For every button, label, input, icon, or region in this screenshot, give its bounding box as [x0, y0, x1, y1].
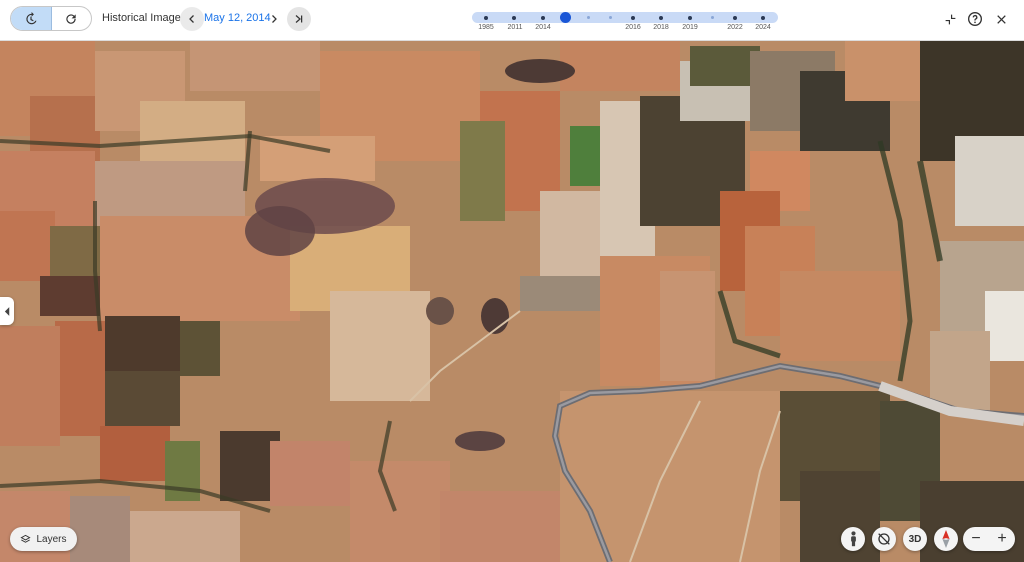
compass-button[interactable]: [934, 527, 958, 551]
timeline-tick-2018[interactable]: [659, 15, 663, 20]
timeline-tick-minor[interactable]: [587, 16, 590, 19]
layers-label: Layers: [36, 533, 67, 545]
timeline-year-label: 1985: [478, 24, 494, 31]
compass-icon: [942, 530, 950, 548]
pegman-icon: [850, 531, 856, 547]
history-mode-button[interactable]: [11, 7, 52, 30]
timeline-tick-2022[interactable]: [733, 15, 737, 20]
timeline-year-label: 2024: [755, 24, 771, 31]
chevron-left-icon: [189, 15, 194, 23]
chevron-left-icon: [4, 306, 9, 316]
satellite-map[interactable]: [0, 41, 1024, 562]
timeline-tick-2019[interactable]: [688, 15, 692, 20]
help-icon: [968, 12, 982, 26]
tilt-button[interactable]: [872, 527, 896, 551]
collapse-icon: [945, 14, 955, 24]
previous-date-button[interactable]: [180, 7, 204, 31]
zoom-control: − +: [963, 527, 1015, 551]
timeline-year-label: 2011: [507, 24, 523, 31]
historical-imagery-toolbar: Historical Imagery May 12, 2014 1985 201…: [0, 0, 1024, 41]
timeline-selected-knob[interactable]: [560, 12, 571, 23]
skip-to-end-icon: [295, 15, 303, 23]
close-icon: [996, 14, 1006, 24]
history-icon: [26, 11, 37, 24]
help-button[interactable]: [966, 10, 984, 28]
timeline-year-label: 2014: [535, 24, 551, 31]
tilt-icon: [878, 533, 890, 545]
zoom-out-button[interactable]: −: [963, 527, 989, 551]
imagery-mode-toggle: [10, 6, 92, 31]
refresh-icon: [66, 13, 76, 24]
timeline-year-label: 2019: [682, 24, 698, 31]
street-view-button[interactable]: [841, 527, 865, 551]
layers-icon: [20, 534, 32, 543]
timeline-tick-2014[interactable]: [541, 15, 545, 20]
zoom-in-button[interactable]: +: [989, 527, 1015, 551]
timeline-tick-2024[interactable]: [761, 15, 765, 20]
collapse-button[interactable]: [941, 10, 959, 28]
timeline-tick-2016[interactable]: [631, 15, 635, 20]
selected-date: May 12, 2014: [204, 12, 271, 24]
refresh-mode-button[interactable]: [52, 7, 92, 30]
timeline-tick-1985[interactable]: [484, 15, 488, 20]
close-button[interactable]: [992, 10, 1010, 28]
side-panel-toggle[interactable]: [0, 297, 14, 325]
three-d-button[interactable]: 3D: [903, 527, 927, 551]
chevron-right-icon: [272, 15, 277, 23]
imagery-timeline[interactable]: [472, 12, 778, 23]
timeline-tick-2011[interactable]: [512, 15, 516, 20]
timeline-year-label: 2016: [625, 24, 641, 31]
latest-imagery-button[interactable]: [287, 7, 311, 31]
timeline-year-label: 2022: [727, 24, 743, 31]
timeline-tick-minor[interactable]: [609, 16, 612, 19]
layers-button[interactable]: Layers: [10, 527, 77, 551]
panel-title: Historical Imagery: [102, 12, 191, 24]
timeline-year-label: 2018: [653, 24, 669, 31]
satellite-imagery: [0, 41, 1024, 562]
next-date-button[interactable]: [262, 7, 286, 31]
timeline-tick-minor[interactable]: [711, 16, 714, 19]
